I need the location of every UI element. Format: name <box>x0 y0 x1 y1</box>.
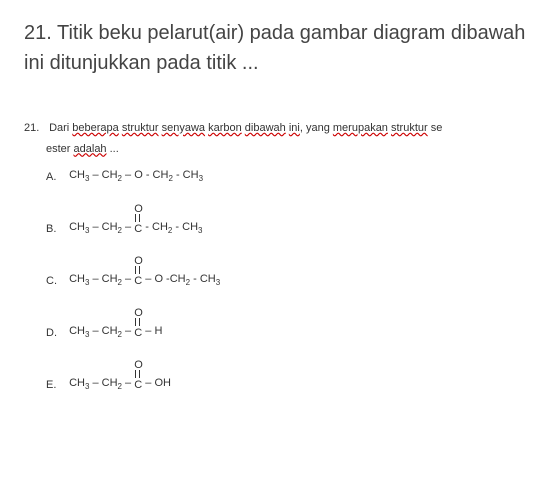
wavy-text: senyawa <box>162 122 205 134</box>
option-d: D. CH3 – CH2 – C – H <box>46 325 534 339</box>
sub-question-number: 21. <box>24 120 46 137</box>
option-b: B. CH3 – CH2 – C - CH2 - CH3 <box>46 221 534 235</box>
wavy-text: beberapa <box>72 122 119 134</box>
options-list: A. CH3 – CH2 – O - CH2 - CH3 B. CH3 – CH… <box>46 169 534 391</box>
wavy-text: karbon <box>208 122 242 134</box>
text-part: se <box>428 122 443 134</box>
carbonyl-icon: C <box>134 379 142 391</box>
text-part: Dari <box>49 122 72 134</box>
option-letter: E. <box>46 379 66 391</box>
carbonyl-icon: C <box>134 223 142 235</box>
wavy-text: dibawah <box>245 122 286 134</box>
wavy-text: ini <box>289 122 300 134</box>
sub-question-line2: ester adalah ... <box>46 143 534 155</box>
option-e: E. CH3 – CH2 – C – OH <box>46 377 534 391</box>
option-c: C. CH3 – CH2 – C – O -CH2 - CH3 <box>46 273 534 287</box>
text-part: , yang <box>300 122 333 134</box>
chemical-formula: CH3 – CH2 – C – H <box>69 325 162 339</box>
chemical-formula: CH3 – CH2 – O - CH2 - CH3 <box>69 169 203 183</box>
sub-question-text: Dari beberapa struktur senyawa karbon di… <box>49 122 442 134</box>
sub-question: 21. Dari beberapa struktur senyawa karbo… <box>24 120 534 137</box>
wavy-text: struktur <box>391 122 428 134</box>
carbonyl-icon: C <box>134 275 142 287</box>
wavy-text: merupakan <box>333 122 388 134</box>
option-letter: B. <box>46 223 66 235</box>
carbonyl-icon: C <box>134 327 142 339</box>
text-part: ester <box>46 143 74 155</box>
question-text: Titik beku pelarut(air) pada gambar diag… <box>24 22 525 74</box>
main-question: 21. Titik beku pelarut(air) pada gambar … <box>24 18 534 78</box>
chemical-formula: CH3 – CH2 – C – O -CH2 - CH3 <box>69 273 220 287</box>
question-number: 21. <box>24 22 52 44</box>
option-letter: D. <box>46 327 66 339</box>
chemical-formula: CH3 – CH2 – C – OH <box>69 377 171 391</box>
wavy-text: struktur <box>122 122 159 134</box>
text-part: ... <box>107 143 119 155</box>
wavy-text: adalah <box>74 143 107 155</box>
option-letter: C. <box>46 275 66 287</box>
option-letter: A. <box>46 171 66 183</box>
option-a: A. CH3 – CH2 – O - CH2 - CH3 <box>46 169 534 183</box>
chemical-formula: CH3 – CH2 – C - CH2 - CH3 <box>69 221 202 235</box>
